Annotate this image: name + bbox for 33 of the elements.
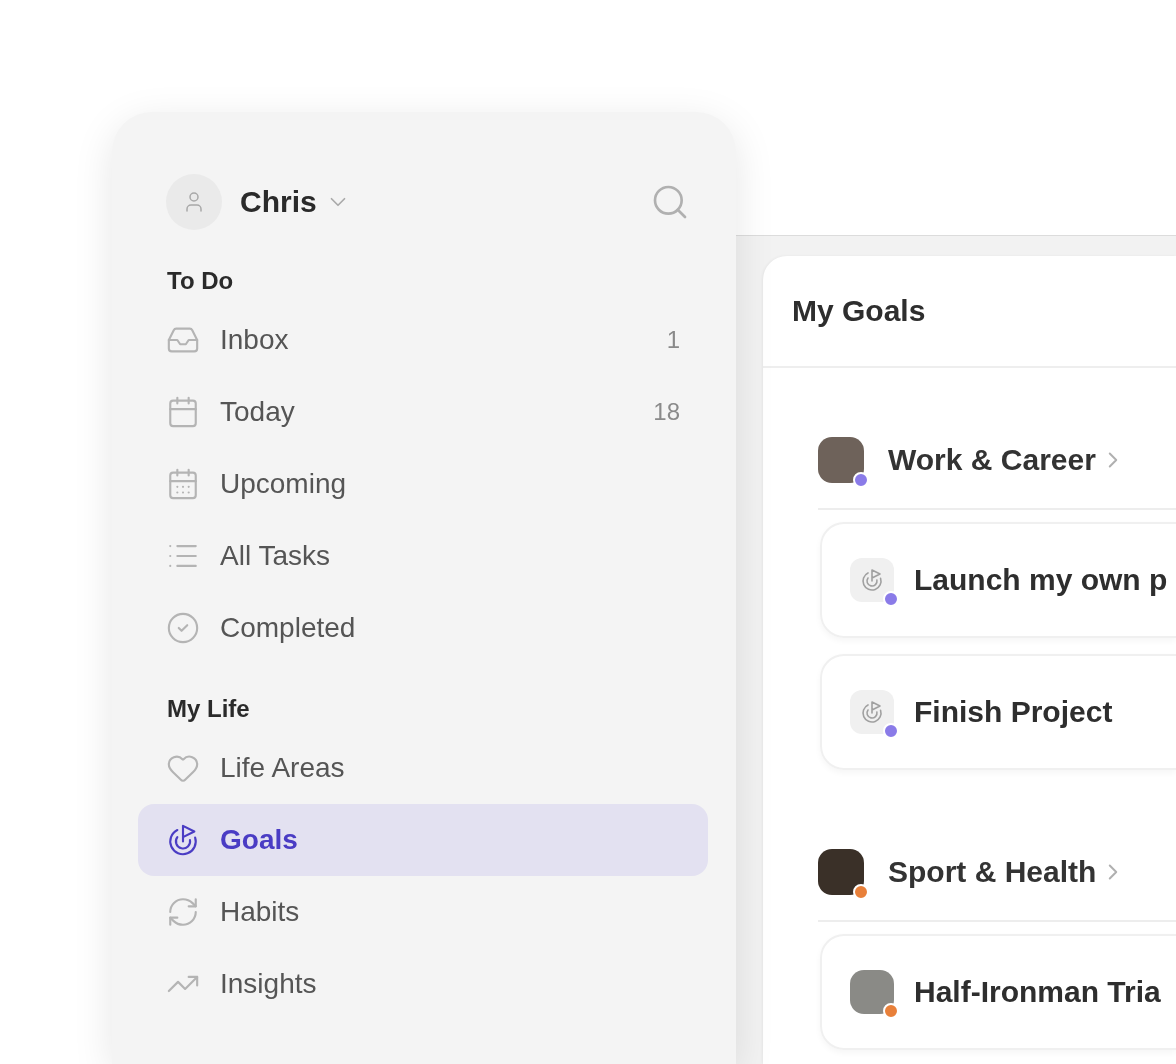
item-count: 18 [653, 398, 680, 426]
section-title: My Life [166, 694, 251, 724]
user-name[interactable]: Chris [240, 185, 317, 219]
sidebar-item[interactable]: Life Areas [138, 732, 708, 804]
goal-title: Half-Ironman Tria [914, 975, 1161, 1009]
area-name[interactable]: Work & Career [888, 443, 1096, 477]
target-icon [850, 690, 894, 734]
sidebar-item[interactable]: Today 18 [138, 376, 708, 448]
target-icon [850, 558, 894, 602]
sidebar-item[interactable]: All Tasks [138, 520, 708, 592]
photo-placeholder [818, 437, 864, 483]
sidebar-item[interactable]: Completed [138, 592, 708, 664]
sidebar-item[interactable]: Inbox 1 [138, 304, 708, 376]
sidebar-item[interactable]: Insights [138, 948, 708, 1020]
calendar-icon [166, 395, 200, 429]
goal-card[interactable]: Half-Ironman Tria [820, 934, 1176, 1050]
area-name[interactable]: Sport & Health [888, 855, 1097, 889]
goal-title: Launch my own p [914, 563, 1168, 597]
refresh-icon [166, 895, 200, 929]
calendar-icon [166, 467, 200, 501]
target-icon [166, 823, 200, 857]
section-title: To Do [166, 266, 235, 296]
sidebar-item[interactable]: Goals [138, 804, 708, 876]
goal-card[interactable]: Finish Project [820, 654, 1176, 770]
item-count: 1 [666, 326, 680, 354]
photo-placeholder [850, 970, 894, 1014]
goal-card[interactable]: Launch my own p [820, 522, 1176, 638]
goal-title: Finish Project [914, 695, 1113, 729]
photo-placeholder [818, 849, 864, 895]
sidebar-item[interactable]: Habits [138, 876, 708, 948]
card-title: My Goals [763, 256, 1176, 368]
check-circle-icon [166, 611, 200, 645]
sidebar-item[interactable]: Upcoming [138, 448, 708, 520]
